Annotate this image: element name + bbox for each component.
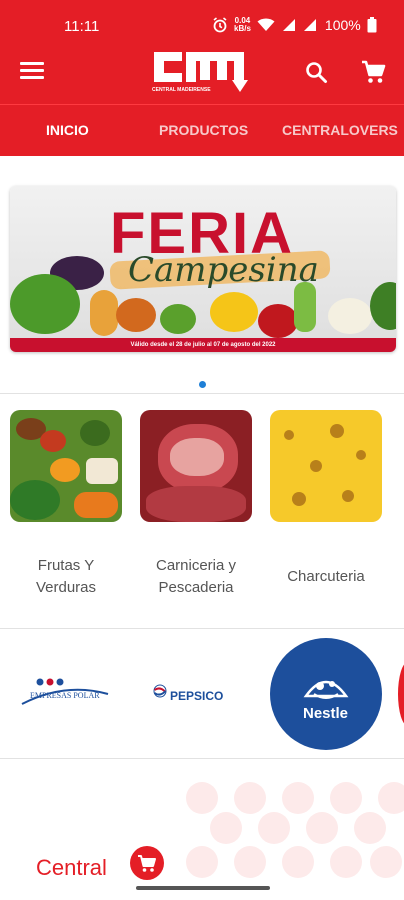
- cart-pattern-bg: [306, 812, 338, 844]
- tab-inicio[interactable]: INICIO: [46, 122, 89, 138]
- category-label-line: Verduras: [35, 579, 97, 596]
- category-carniceria-image[interactable]: [140, 410, 252, 522]
- polar-logo-icon: EMPRESAS POLAR: [21, 678, 109, 705]
- carrot-image: [116, 298, 156, 332]
- divider: [0, 393, 404, 394]
- cart-pattern-bg: [378, 782, 404, 814]
- signal-icon: [282, 19, 295, 31]
- cart-pattern-bg: [354, 812, 386, 844]
- cart-icon[interactable]: [360, 59, 386, 85]
- central-madeirense-logo[interactable]: CENTRAL MADEIRENSE: [148, 46, 256, 96]
- menu-icon[interactable]: [20, 62, 44, 80]
- home-indicator[interactable]: [136, 886, 270, 890]
- status-icons: 0.04 kB/s 100%: [212, 17, 377, 33]
- cart-pattern-bg: [186, 782, 218, 814]
- brand-name-nestle: Nestle: [303, 705, 348, 722]
- cart-pattern-bg: [186, 846, 218, 878]
- wifi-icon: [257, 18, 275, 31]
- divider: [0, 628, 404, 629]
- tab-productos[interactable]: PRODUCTOS: [159, 122, 248, 138]
- cabbage-image: [160, 304, 196, 334]
- carousel-indicator: [199, 381, 206, 388]
- cauliflower-image: [328, 298, 372, 334]
- cart-pattern-bg: [234, 846, 266, 878]
- cart-pattern-bg: [210, 812, 242, 844]
- category-label-line: Charcuteria: [287, 568, 365, 585]
- cart-pattern-bg: [282, 846, 314, 878]
- divider: [0, 758, 404, 759]
- feria-campesina-banner[interactable]: FERIA Campesina Válido desde el 28 de ju…: [10, 186, 396, 352]
- signal-icon-2: [303, 19, 316, 31]
- broccoli-image: [370, 282, 396, 330]
- cart-pattern-bg: [330, 782, 362, 814]
- central-cart-icon[interactable]: [130, 846, 164, 880]
- tab-centralovers[interactable]: CENTRALOVERS: [282, 122, 398, 138]
- category-label-frutas[interactable]: Frutas Y Verduras: [1, 555, 131, 599]
- squash-image: [90, 290, 118, 336]
- brand-pepsico[interactable]: PEPSICO: [152, 682, 242, 706]
- yellow-pepper-image: [210, 292, 258, 332]
- pepsico-logo-icon: PEPSICO: [153, 684, 223, 703]
- net-speed: 0.04 kB/s: [234, 17, 251, 33]
- central-footer-label: Central: [36, 855, 107, 880]
- brand-empresas-polar[interactable]: EMPRESAS POLAR: [20, 676, 110, 708]
- brand-name-polar: EMPRESAS POLAR: [30, 691, 100, 700]
- category-frutas-verduras-image[interactable]: [10, 410, 122, 522]
- greens-image: [10, 274, 80, 334]
- search-icon[interactable]: [304, 60, 328, 84]
- app-bar: CENTRAL MADEIRENSE: [0, 40, 404, 104]
- cart-pattern-bg: [234, 782, 266, 814]
- cart-pattern-bg: [258, 812, 290, 844]
- banner-subtitle: Campesina: [128, 250, 319, 290]
- category-charcuteria-image[interactable]: [270, 410, 382, 522]
- net-speed-unit: kB/s: [234, 24, 251, 33]
- green-onion-image: [294, 282, 316, 332]
- top-tabs: INICIO PRODUCTOS CENTRALOVERS: [0, 104, 404, 156]
- category-label-line: Carniceria y: [155, 557, 237, 574]
- category-label-line: Frutas Y: [37, 557, 95, 574]
- category-label-carniceria[interactable]: Carniceria y Pescaderia: [131, 555, 261, 599]
- category-label-line: Pescaderia: [158, 579, 234, 596]
- battery-percent: 100%: [324, 17, 361, 33]
- brand-partial-next[interactable]: [398, 662, 404, 726]
- brand-nestle[interactable]: Nestle: [270, 638, 382, 750]
- logo-subtext: CENTRAL MADEIRENSE: [152, 87, 211, 93]
- banner-validity: Válido desde el 28 de julio al 07 de ago…: [10, 338, 396, 352]
- brand-name-pepsico: PEPSICO: [170, 689, 223, 703]
- nestle-logo-icon: Nestle: [303, 680, 349, 722]
- red-pepper-image: [258, 304, 298, 338]
- cart-pattern-bg: [330, 846, 362, 878]
- alarm-icon: [213, 17, 227, 33]
- status-time: 11:11: [64, 18, 100, 35]
- cart-pattern-bg: [282, 782, 314, 814]
- category-label-charcuteria[interactable]: Charcuteria: [261, 566, 391, 588]
- battery-icon: [367, 17, 377, 33]
- cart-pattern-bg: [370, 846, 402, 878]
